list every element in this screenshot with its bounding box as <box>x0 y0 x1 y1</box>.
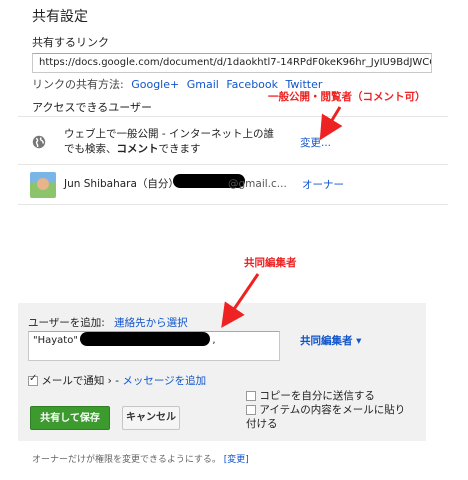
dialog-title: 共有設定 <box>32 9 88 25</box>
share-link-field[interactable]: https://docs.google.com/document/d/1daok… <box>32 53 432 73</box>
add-users-label: ユーザーを追加: <box>28 317 105 329</box>
avatar <box>30 172 56 198</box>
paste-content-label-continued: 付ける <box>246 418 278 430</box>
public-access-line2-prefix: でも検索、 <box>64 143 117 155</box>
annotation-public-note: 一般公開・閲覧者（コメント可） <box>268 91 426 103</box>
owner-role-label: オーナー <box>302 179 344 191</box>
copy-to-self-option: コピーを自分に送信する <box>246 389 375 403</box>
redaction-mark <box>80 332 210 346</box>
paste-content-label: アイテムの内容をメールに貼り <box>259 404 406 416</box>
input-value-suffix: , <box>212 335 216 346</box>
paste-content-checkbox[interactable] <box>246 405 256 415</box>
change-visibility-link[interactable]: 変更... <box>300 135 331 150</box>
cancel-button[interactable]: キャンセル <box>122 406 180 430</box>
select-contacts-link[interactable]: 連絡先から選択 <box>114 317 188 329</box>
owner-email: @gmail.c... <box>228 178 287 190</box>
share-google-plus-link[interactable]: Google+ <box>131 78 179 91</box>
public-access-comment: コメント <box>116 143 159 155</box>
divider <box>18 164 448 165</box>
add-users-panel: ユーザーを追加: 連絡先から選択 "Hayato" , 共同編集者 ▾ メールで… <box>18 303 426 441</box>
notify-label: メールで通知 › - <box>41 375 123 387</box>
divider <box>18 204 448 205</box>
add-message-link[interactable]: メッセージを追加 <box>122 375 206 387</box>
share-save-button[interactable]: 共有して保存 <box>30 406 110 430</box>
notify-checkbox[interactable] <box>28 373 38 386</box>
annotation-editor-note: 共同編集者 <box>244 257 297 269</box>
notify-row: メールで通知 › - メッセージを追加 <box>28 373 206 388</box>
public-access-line1: ウェブ上で一般公開 - インターネット上の誰 <box>64 128 274 140</box>
role-dropdown[interactable]: 共同編集者 ▾ <box>300 333 361 348</box>
owner-name: Jun Shibahara（自分） <box>64 178 179 190</box>
input-value-prefix: "Hayato" <box>33 335 78 346</box>
add-users-row: ユーザーを追加: 連絡先から選択 <box>28 315 188 330</box>
copy-to-self-checkbox[interactable] <box>246 391 256 401</box>
divider <box>18 116 448 117</box>
public-access-description: ウェブ上で一般公開 - インターネット上の誰 でも検索、コメントできます <box>64 127 274 157</box>
link-section-label: 共有するリンク <box>32 36 109 49</box>
paste-content-option: アイテムの内容をメールに貼り 付ける <box>246 403 405 431</box>
public-access-line2: でも検索、コメントできます <box>64 142 274 157</box>
share-methods-label: リンクの共有方法: <box>32 78 124 91</box>
footer-change-link[interactable]: [変更] <box>224 455 249 465</box>
public-access-line2-suffix: できます <box>158 143 201 155</box>
access-section-label: アクセスできるユーザー <box>32 101 153 114</box>
share-gmail-link[interactable]: Gmail <box>187 78 219 91</box>
footer-text: オーナーだけが権限を変更できるようにする。 <box>32 455 221 465</box>
globe-icon <box>32 135 46 149</box>
copy-to-self-label: コピーを自分に送信する <box>259 390 375 402</box>
footer-note: オーナーだけが権限を変更できるようにする。 [変更] <box>32 452 249 465</box>
